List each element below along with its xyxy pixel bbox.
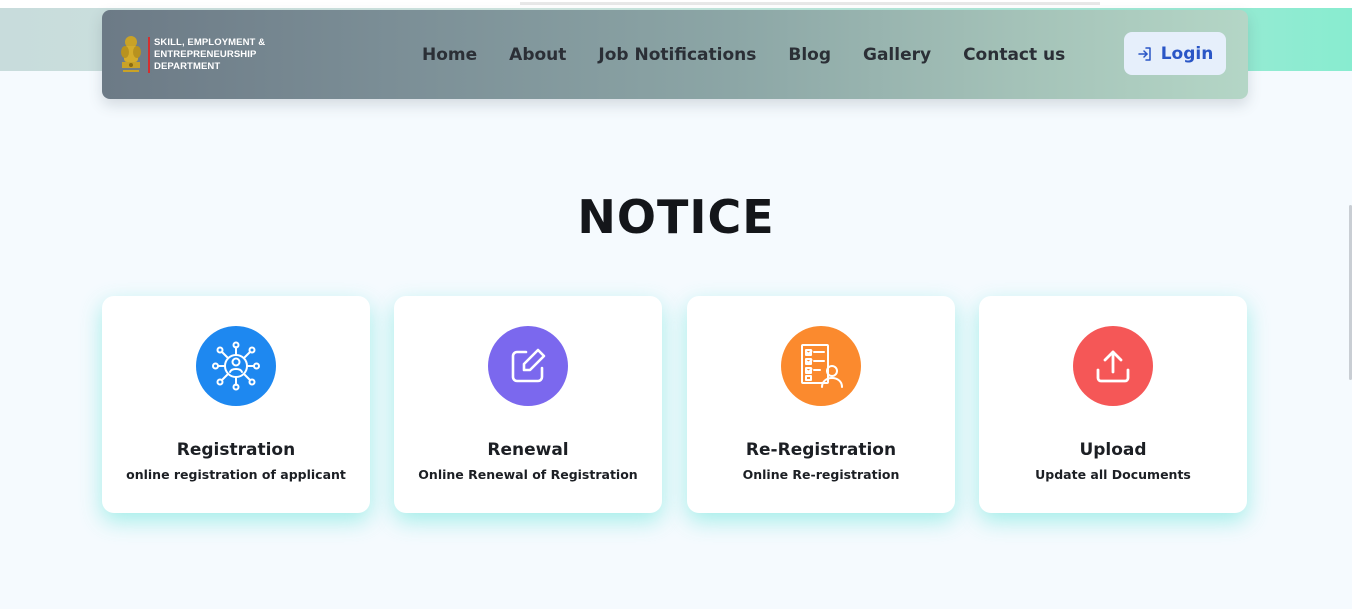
nav-contact-us[interactable]: Contact us (963, 45, 1065, 65)
nav-home[interactable]: Home (422, 45, 477, 65)
login-button[interactable]: Login (1124, 32, 1226, 75)
re-registration-card[interactable]: Re-Registration Online Re-registration (687, 296, 955, 513)
logo-text: SKILL, EMPLOYMENT & ENTREPRENEURSHIP DEP… (154, 37, 265, 73)
card-subtitle: Update all Documents (1035, 467, 1191, 482)
network-user-icon (212, 341, 260, 391)
main-nav: Home About Job Notifications Blog Galler… (422, 10, 1097, 99)
top-navbar: SKILL, EMPLOYMENT & ENTREPRENEURSHIP DEP… (102, 10, 1248, 99)
edit-icon (511, 348, 546, 383)
upload-icon (1096, 350, 1130, 383)
registration-card[interactable]: Registration online registration of appl… (102, 296, 370, 513)
card-title: Re-Registration (745, 440, 897, 460)
department-logo[interactable]: SKILL, EMPLOYMENT & ENTREPRENEURSHIP DEP… (118, 34, 265, 76)
upload-icon-circle (1073, 326, 1153, 406)
card-subtitle: Online Re-registration (742, 467, 900, 482)
logo-text-line: ENTREPRENEURSHIP (154, 49, 257, 60)
service-cards: Registration online registration of appl… (102, 296, 1248, 513)
re-registration-icon-circle (781, 326, 861, 406)
renewal-card[interactable]: Renewal Online Renewal of Registration (394, 296, 662, 513)
browser-top-edge (0, 0, 1352, 8)
upload-card[interactable]: Upload Update all Documents (979, 296, 1247, 513)
registration-icon-circle (196, 326, 276, 406)
login-icon (1137, 46, 1151, 61)
card-title: Renewal (487, 440, 569, 460)
card-subtitle: online registration of applicant (126, 467, 346, 482)
nav-about[interactable]: About (509, 45, 566, 65)
logo-text-line: SKILL, EMPLOYMENT & (154, 37, 266, 48)
state-emblem-icon (121, 36, 141, 72)
nav-blog[interactable]: Blog (788, 45, 831, 65)
card-title: Registration (176, 440, 296, 460)
card-subtitle: Online Renewal of Registration (418, 467, 638, 482)
page-title: NOTICE (577, 190, 775, 244)
card-title: Upload (1079, 440, 1147, 460)
logo-text-line: DEPARTMENT (154, 61, 221, 72)
renewal-icon-circle (488, 326, 568, 406)
checklist-user-icon (801, 344, 843, 388)
nav-job-notifications[interactable]: Job Notifications (598, 45, 756, 65)
logo-divider (148, 37, 150, 73)
nav-gallery[interactable]: Gallery (863, 45, 931, 65)
login-label: Login (1160, 43, 1214, 64)
